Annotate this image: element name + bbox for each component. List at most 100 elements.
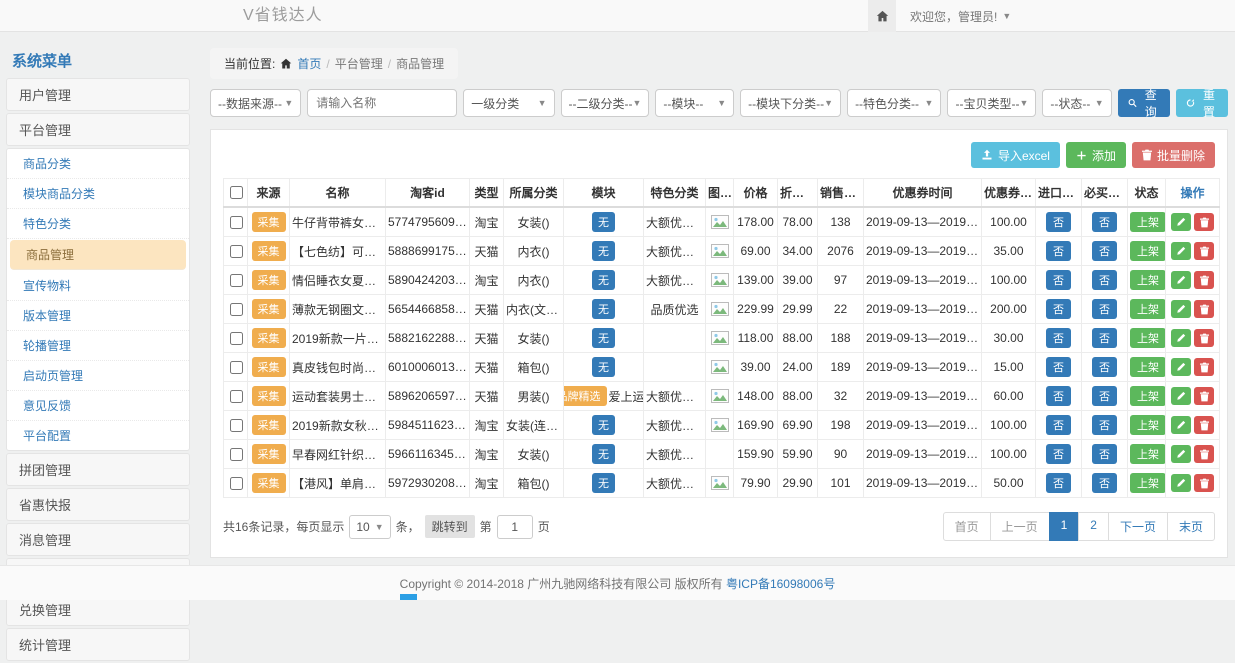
status-button[interactable]: 上架 [1130,212,1166,232]
edit-button[interactable] [1171,445,1191,463]
status-button[interactable]: 上架 [1130,473,1166,493]
status-button[interactable]: 上架 [1130,386,1166,406]
must-buy-toggle[interactable]: 否 [1092,415,1117,435]
import-select-toggle[interactable]: 否 [1046,473,1071,493]
row-checkbox[interactable] [230,419,243,432]
must-buy-toggle[interactable]: 否 [1092,212,1117,232]
import-select-toggle[interactable]: 否 [1046,270,1071,290]
sidebar-subitem[interactable]: 商品管理 [10,240,186,270]
query-button[interactable]: 查询 [1118,89,1170,117]
sidebar-subitem[interactable]: 意见反馈 [7,391,189,421]
sidebar-item[interactable]: 省惠快报 [6,488,190,521]
delete-button[interactable] [1194,242,1214,260]
page-button[interactable]: 2 [1078,512,1109,541]
must-buy-toggle[interactable]: 否 [1092,357,1117,377]
edit-button[interactable] [1171,474,1191,492]
icp-link[interactable]: 粤ICP备16098006号 [726,575,835,592]
must-buy-toggle[interactable]: 否 [1092,328,1117,348]
reset-button[interactable]: 重置 [1176,89,1228,117]
edit-button[interactable] [1171,300,1191,318]
row-checkbox[interactable] [230,477,243,490]
page-button[interactable]: 末页 [1167,512,1215,541]
edit-button[interactable] [1171,271,1191,289]
delete-button[interactable] [1194,300,1214,318]
import-select-toggle[interactable]: 否 [1046,386,1071,406]
delete-button[interactable] [1194,445,1214,463]
sidebar-subitem[interactable]: 启动页管理 [7,361,189,391]
sidebar-subitem[interactable]: 商品分类 [7,149,189,179]
row-checkbox[interactable] [230,216,243,229]
import-excel-button[interactable]: 导入excel [971,142,1060,168]
must-buy-toggle[interactable]: 否 [1092,444,1117,464]
sidebar-subitem[interactable]: 版本管理 [7,301,189,331]
edit-button[interactable] [1171,416,1191,434]
sidebar-item[interactable]: 平台管理 [6,113,190,146]
must-buy-toggle[interactable]: 否 [1092,299,1117,319]
user-menu[interactable]: 欢迎您，管理员! ▼ [896,0,1025,32]
import-select-toggle[interactable]: 否 [1046,415,1071,435]
status-button[interactable]: 上架 [1130,270,1166,290]
status-button[interactable]: 上架 [1130,241,1166,261]
sidebar-item[interactable]: 用户管理 [6,78,190,111]
status-button[interactable]: 上架 [1130,415,1166,435]
sidebar-subitem[interactable]: 模块商品分类 [7,179,189,209]
filter-select[interactable]: --数据来源--▼ [210,89,301,117]
delete-button[interactable] [1194,329,1214,347]
must-buy-toggle[interactable]: 否 [1092,270,1117,290]
row-checkbox[interactable] [230,245,243,258]
sidebar-subitem[interactable]: 特色分类 [7,209,189,239]
edit-button[interactable] [1171,242,1191,260]
must-buy-toggle[interactable]: 否 [1092,386,1117,406]
sidebar-subitem[interactable]: 平台配置 [7,421,189,450]
must-buy-toggle[interactable]: 否 [1092,241,1117,261]
add-button[interactable]: 添加 [1066,142,1126,168]
filter-select[interactable]: --特色分类--▼ [847,89,941,117]
sidebar-subitem[interactable]: 宣传物料 [7,271,189,301]
delete-button[interactable] [1194,474,1214,492]
delete-button[interactable] [1194,387,1214,405]
breadcrumb-home-link[interactable]: 首页 [297,55,321,72]
page-button[interactable]: 1 [1049,512,1080,541]
row-checkbox[interactable] [230,390,243,403]
row-checkbox[interactable] [230,274,243,287]
search-name-input[interactable] [307,89,457,117]
batch-delete-button[interactable]: 批量删除 [1132,142,1215,168]
sidebar-item[interactable]: 统计管理 [6,628,190,661]
filter-select[interactable]: 一级分类▼ [463,89,554,117]
jump-page-input[interactable] [497,515,533,539]
filter-select[interactable]: --状态--▼ [1042,89,1111,117]
import-select-toggle[interactable]: 否 [1046,357,1071,377]
filter-select[interactable]: --二级分类--▼ [561,89,650,117]
per-page-select[interactable]: 10 ▼ [349,515,390,539]
status-button[interactable]: 上架 [1130,299,1166,319]
import-select-toggle[interactable]: 否 [1046,212,1071,232]
delete-button[interactable] [1194,358,1214,376]
import-select-toggle[interactable]: 否 [1046,299,1071,319]
edit-button[interactable] [1171,387,1191,405]
import-select-toggle[interactable]: 否 [1046,328,1071,348]
select-all-checkbox[interactable] [230,186,243,199]
filter-select[interactable]: --模块下分类--▼ [740,89,841,117]
import-select-toggle[interactable]: 否 [1046,241,1071,261]
edit-button[interactable] [1171,213,1191,231]
delete-button[interactable] [1194,213,1214,231]
row-checkbox[interactable] [230,303,243,316]
jump-button[interactable]: 跳转到 [425,515,475,538]
import-select-toggle[interactable]: 否 [1046,444,1071,464]
sidebar-subitem[interactable]: 轮播管理 [7,331,189,361]
status-button[interactable]: 上架 [1130,357,1166,377]
row-checkbox[interactable] [230,332,243,345]
edit-button[interactable] [1171,329,1191,347]
filter-select[interactable]: --宝贝类型--▼ [947,89,1036,117]
sidebar-item[interactable]: 消息管理 [6,523,190,556]
row-checkbox[interactable] [230,448,243,461]
sidebar-item[interactable]: 拼团管理 [6,453,190,486]
delete-button[interactable] [1194,416,1214,434]
page-button[interactable]: 下一页 [1108,512,1168,541]
delete-button[interactable] [1194,271,1214,289]
status-button[interactable]: 上架 [1130,328,1166,348]
edit-button[interactable] [1171,358,1191,376]
home-button[interactable] [868,0,896,32]
row-checkbox[interactable] [230,361,243,374]
status-button[interactable]: 上架 [1130,444,1166,464]
